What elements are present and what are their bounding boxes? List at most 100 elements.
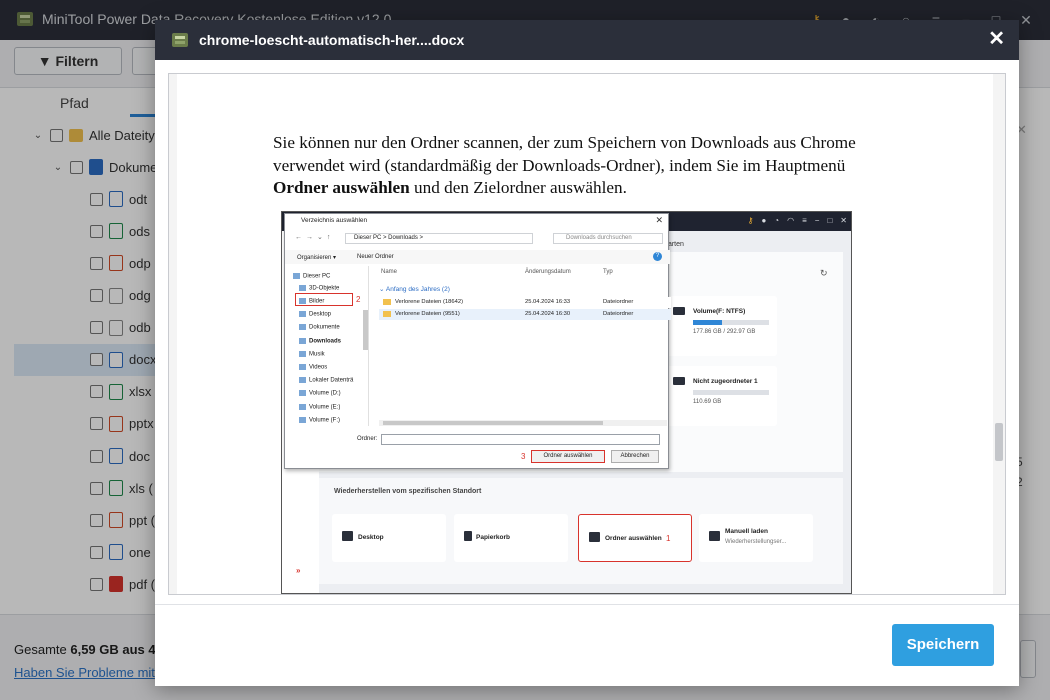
folder-icon (299, 324, 306, 330)
preview-dialog-header: chrome-loescht-automatisch-her....docx ✕ (155, 20, 1019, 60)
folder-field (381, 434, 660, 445)
folder-icon (383, 299, 391, 305)
location-sublabel: Wiederherstellungser... (725, 539, 787, 545)
dialog-tree-label: Videos (309, 364, 328, 371)
dialog-tree-label: Musik (309, 351, 325, 358)
preview-file-title: chrome-loescht-automatisch-her....docx (199, 32, 465, 48)
drive-name: Volume(F: NTFS) (693, 308, 746, 315)
document-page: Sie können nur den Ordner scannen, der z… (177, 74, 993, 594)
folder-icon (299, 417, 306, 423)
location-manual-load-card: Manuell laden Wiederherstellungser... (699, 514, 813, 562)
column-type: Typ (603, 269, 613, 275)
drive-usage-bar (693, 320, 769, 325)
drive-name: Nicht zugeordneter 1 (693, 378, 758, 385)
dialog-tree-label: Desktop (309, 311, 332, 318)
dialog-tree-label: Dokumente (309, 324, 340, 331)
expand-arrows-icon: » (296, 566, 301, 575)
drive-usage-fill (693, 320, 722, 325)
headset-icon: ◠ (787, 216, 795, 225)
bell-icon: ● (761, 216, 767, 225)
dialog-folder-tree: Dieser PC 3D-Objekte Bilder Desktop Dokument… (285, 266, 369, 426)
dialog-tree-item: 3D-Objekte (299, 285, 339, 292)
refresh-icon: ↻ (820, 268, 828, 278)
column-name: Name (381, 269, 398, 275)
folder-icon (293, 273, 300, 279)
tree-scrollbar (363, 310, 368, 350)
dialog-tree-item: Volume (D:) (299, 390, 341, 397)
dialog-tree-item: Lokaler Datenträ (299, 377, 353, 384)
location-desktop-card: Desktop (332, 514, 446, 562)
dialog-tree-item: Videos (299, 364, 327, 371)
dialog-title: Verzeichnis auswählen (301, 217, 368, 224)
dialog-tree-item: Dieser PC (293, 273, 330, 280)
nav-arrows-icon: ←→⌄↑ (295, 234, 335, 241)
highlight-downloads (295, 293, 353, 306)
scroll-thumb (383, 421, 603, 425)
group-label: Anfang des Jahres (2) (385, 286, 450, 293)
drive-card: Volume(F: NTFS) 177.86 GB / 292.97 GB (663, 296, 777, 356)
embedded-screenshot: ⚷ ● ◔ ◠ ≡ − □ ✕ tarten ↻ Volume(F: NTFS)… (281, 211, 852, 594)
paragraph-text: Sie können nur den Ordner scannen, der z… (273, 133, 856, 175)
save-button[interactable]: Speichern (892, 624, 994, 666)
new-folder-button: Neuer Ordner (357, 254, 394, 260)
drive-card: Nicht zugeordneter 1 110.69 GB (663, 366, 777, 426)
step-marker: 2 (356, 295, 361, 304)
select-folder-dialog: Verzeichnis auswählen ✕ ←→⌄↑ Dieser PC >… (284, 213, 671, 469)
load-icon (709, 531, 720, 541)
folder-icon (299, 390, 306, 396)
folder-icon (383, 311, 391, 317)
close-icon: ✕ (840, 216, 847, 225)
app-logo-icon (172, 33, 188, 47)
dialog-tree-label: 3D-Objekte (309, 285, 340, 292)
drive-size: 177.86 GB / 292.97 GB (693, 329, 756, 335)
dialog-tree-label: Volume (D:) (309, 390, 341, 397)
file-group-header: ⌄ Anfang des Jahres (2) (379, 286, 450, 293)
folder-icon (299, 311, 306, 317)
dialog-tree-item: Volume (E:) (299, 404, 340, 411)
dialog-tree-label: Volume (E:) (309, 404, 341, 411)
folder-field-label: Ordner: (357, 436, 378, 442)
step-marker: 3 (521, 452, 526, 461)
help-icon: ? (653, 252, 662, 261)
row-type: Dateiordner (603, 311, 634, 317)
dialog-tree-item: Musik (299, 351, 325, 358)
divider (155, 604, 1019, 605)
folder-icon (299, 351, 306, 357)
row-date: 25.04.2024 16:33 (525, 299, 571, 305)
dialog-tree-label: Lokaler Datenträ (309, 377, 354, 384)
trash-icon (464, 531, 472, 541)
close-icon: ✕ (655, 215, 663, 225)
row-date: 25.04.2024 16:30 (525, 311, 571, 317)
select-folder-button: Ordner auswählen (531, 450, 605, 463)
drive-icon (673, 307, 685, 315)
file-row: Verlorene Dateien (9551) 25.04.2024 16:3… (379, 309, 671, 320)
drive-usage-bar (693, 390, 769, 395)
location-select-folder-card: Ordner auswählen (578, 514, 692, 562)
paragraph-bold: Ordner auswählen (273, 178, 410, 197)
location-label: Desktop (358, 534, 384, 541)
location-label: Manuell laden (725, 528, 768, 535)
folder-icon (299, 404, 306, 410)
close-icon[interactable]: ✕ (988, 29, 1005, 49)
folder-icon (299, 285, 306, 291)
file-row: Verlorene Dateien (18642) 25.04.2024 16:… (379, 297, 671, 308)
preview-scrollbar-thumb[interactable] (995, 423, 1003, 461)
dialog-tree-item: Desktop (299, 311, 331, 318)
address-bar: Dieser PC > Downloads > (345, 233, 533, 244)
location-label: Ordner auswählen (605, 535, 662, 542)
folder-icon (299, 364, 306, 370)
drive-size: 110.69 GB (693, 399, 722, 405)
location-recycle-bin-card: Papierkorb (454, 514, 568, 562)
location-label: Papierkorb (476, 534, 510, 541)
row-type: Dateiordner (603, 299, 634, 305)
cancel-button: Abbrechen (611, 450, 659, 463)
maximize-icon: □ (827, 216, 833, 225)
search-field: Downloads durchsuchen (553, 233, 663, 244)
step-marker: 1 (666, 534, 671, 543)
dialog-tree-item: Downloads (299, 338, 341, 345)
folder-icon (589, 532, 600, 542)
minimize-icon: − (814, 216, 820, 225)
menu-icon: ≡ (802, 216, 807, 225)
paragraph-text-end: und den Zielordner auswählen. (409, 178, 627, 197)
column-date: Änderungsdatum (525, 269, 571, 275)
